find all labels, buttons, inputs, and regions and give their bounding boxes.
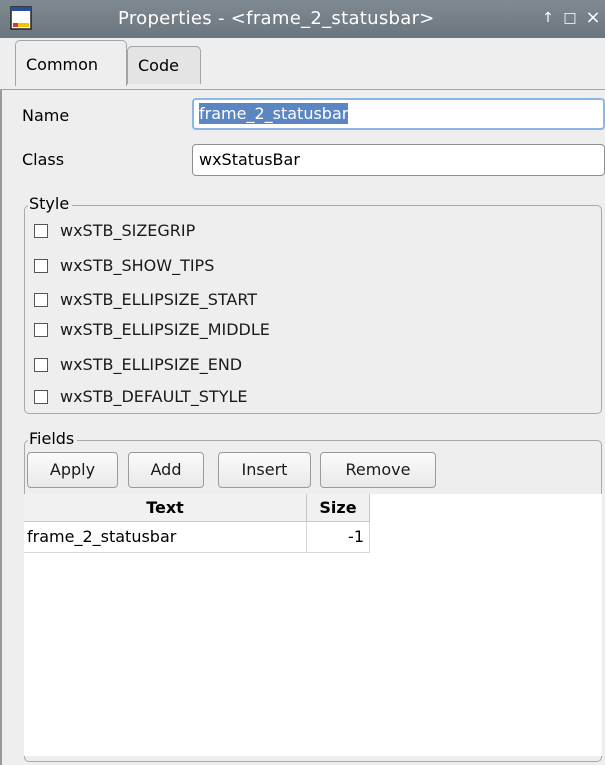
tab-common[interactable]: Common [15,40,127,86]
checkbox-label: wxSTB_ELLIPSIZE_END [60,355,243,374]
checkbox-box[interactable] [34,259,48,273]
checkbox-label: wxSTB_SIZEGRIP [60,221,196,240]
title-bar[interactable]: Properties - <frame_2_statusbar> ↑ □ × [0,0,605,38]
tab-code[interactable]: Code [127,46,201,84]
table-cell-size-value: -1 [348,527,364,546]
checkbox-label: wxSTB_ELLIPSIZE_START [60,290,258,309]
tab-divider [0,89,605,90]
apply-button[interactable]: Apply [27,452,118,488]
tab-bar: Common Code [0,38,605,90]
checkbox-label: wxSTB_DEFAULT_STYLE [60,387,248,406]
add-button[interactable]: Add [128,452,204,488]
insert-button[interactable]: Insert [218,452,311,488]
close-icon[interactable]: × [585,9,601,27]
window-title: Properties - <frame_2_statusbar> [118,8,435,29]
panel-left-border [0,90,2,765]
checkbox-box[interactable] [34,323,48,337]
checkbox-box[interactable] [34,390,48,404]
checkbox-box[interactable] [34,358,48,372]
remove-button-label: Remove [345,460,411,479]
name-field-value: frame_2_statusbar [199,103,349,124]
checkbox-box[interactable] [34,293,48,307]
remove-button[interactable]: Remove [320,452,436,488]
checkbox-label: wxSTB_SHOW_TIPS [60,256,215,275]
column-header-text-label: Text [146,498,184,517]
name-field[interactable]: frame_2_statusbar [192,98,605,130]
apply-button-label: Apply [49,460,96,479]
app-icon [10,6,32,30]
insert-button-label: Insert [241,460,288,479]
checkbox-label: wxSTB_ELLIPSIZE_MIDDLE [60,320,270,339]
checkbox-box[interactable] [34,224,48,238]
column-header-text[interactable]: Text [24,494,307,522]
properties-window: Properties - <frame_2_statusbar> ↑ □ × C… [0,0,605,765]
fields-table[interactable]: Text Size frame_2_statusbar -1 [24,494,602,756]
style-group-title: Style [28,195,73,213]
column-header-size[interactable]: Size [307,494,370,522]
up-arrow-icon[interactable]: ↑ [540,10,556,26]
column-header-size-label: Size [319,498,357,517]
tab-common-label: Common [26,55,99,74]
tab-code-label: Code [138,56,179,75]
name-label: Name [22,106,70,125]
class-field-value: wxStatusBar [199,150,300,169]
class-field[interactable]: wxStatusBar [192,144,605,176]
table-cell-text[interactable]: frame_2_statusbar [24,522,307,553]
table-cell-text-value: frame_2_statusbar [27,527,177,546]
table-cell-size[interactable]: -1 [307,522,370,553]
maximize-icon[interactable]: □ [562,10,578,26]
class-label: Class [22,150,65,169]
add-button-label: Add [150,460,182,479]
fields-group-title: Fields [28,430,78,448]
